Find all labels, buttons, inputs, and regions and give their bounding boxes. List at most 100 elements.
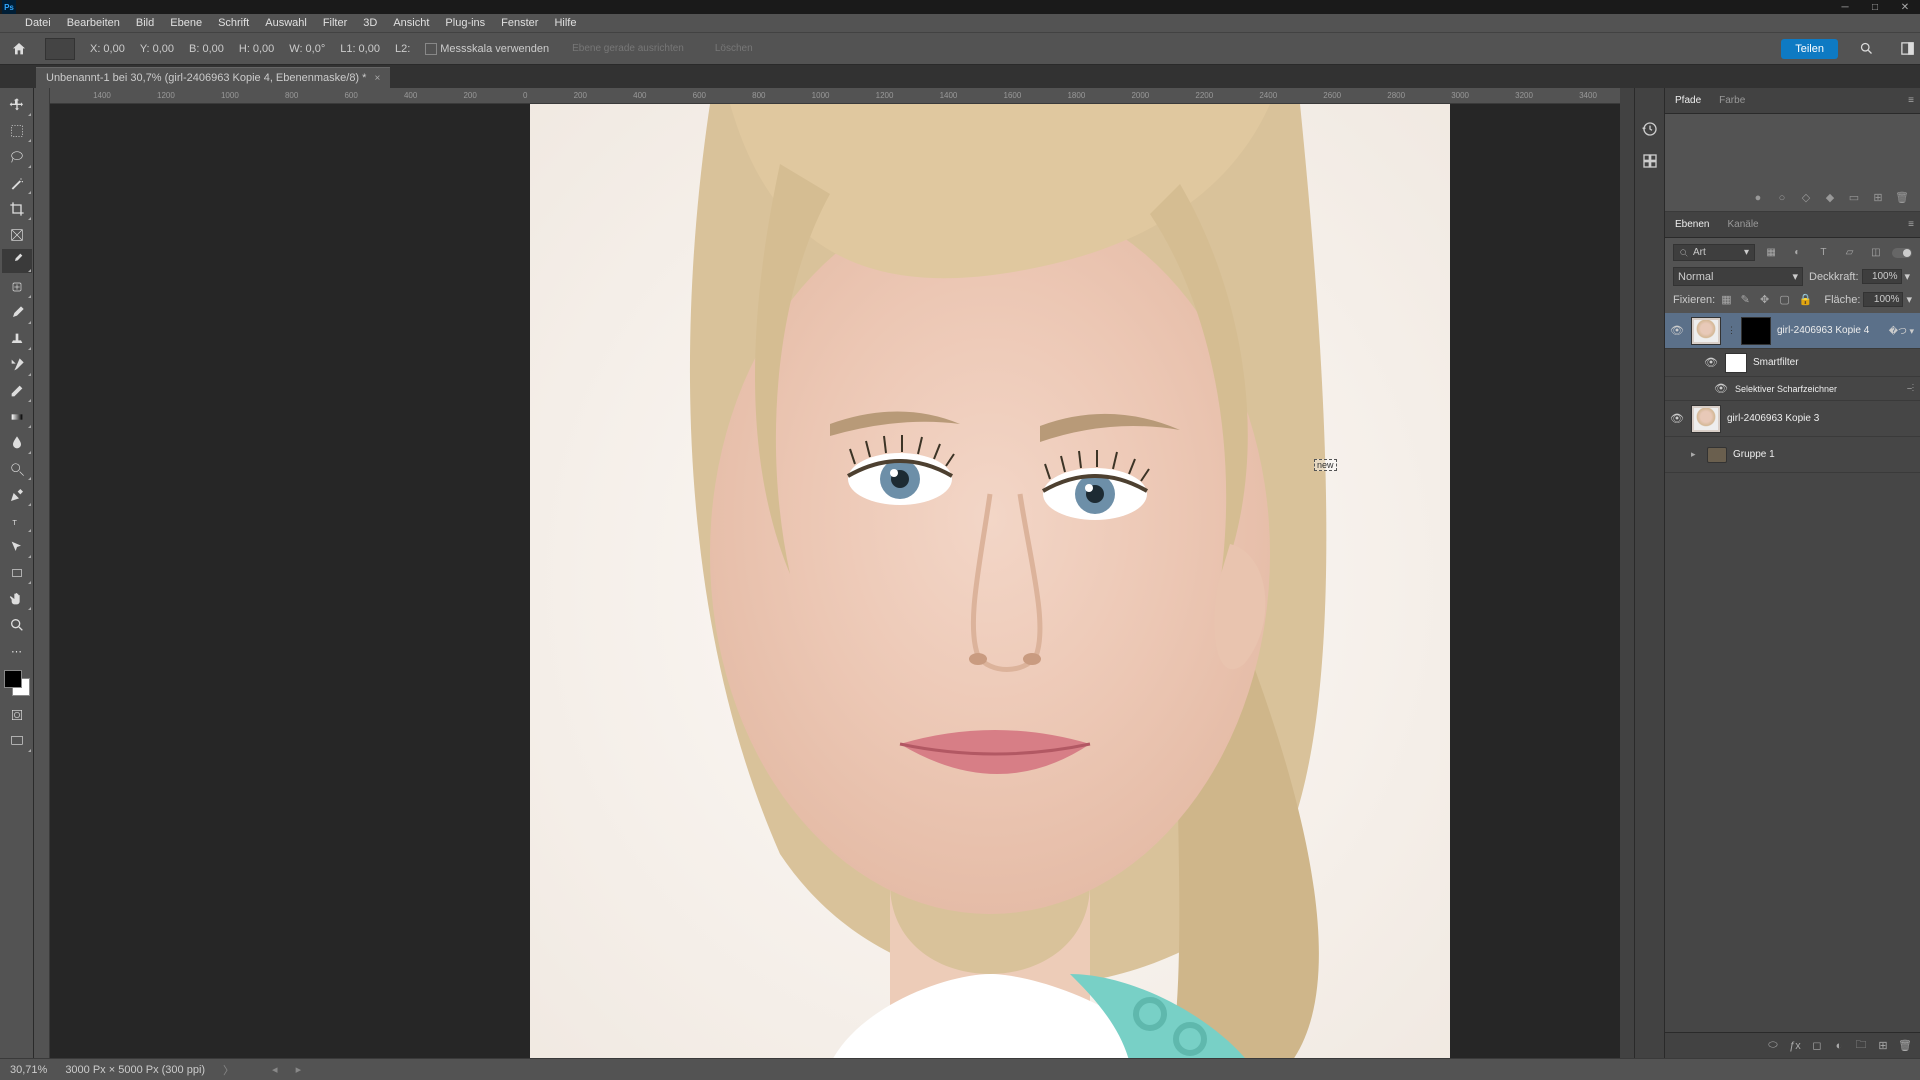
layer-row[interactable]: 👁 ⋮ girl-2406963 Kopie 4 �つ ▾ bbox=[1665, 313, 1920, 349]
adjustment-layer-icon[interactable]: ◐ bbox=[1832, 1039, 1846, 1053]
lasso-tool[interactable] bbox=[2, 145, 32, 169]
path-selection-tool[interactable] bbox=[2, 535, 32, 559]
layer-row[interactable]: 👁 girl-2406963 Kopie 3 bbox=[1665, 401, 1920, 437]
tab-ebenen[interactable]: Ebenen bbox=[1673, 215, 1711, 234]
brush-tool[interactable] bbox=[2, 301, 32, 325]
menu-bild[interactable]: Bild bbox=[129, 17, 161, 29]
layer-filter-kind[interactable]: Art ▾ bbox=[1673, 244, 1755, 261]
pen-tool[interactable] bbox=[2, 483, 32, 507]
filter-options-icon[interactable]: ⎯⋮ bbox=[1907, 383, 1914, 394]
quick-mask-icon[interactable] bbox=[2, 703, 32, 727]
filter-type-icon[interactable]: T bbox=[1816, 246, 1830, 260]
lock-position-icon[interactable]: ✥ bbox=[1760, 293, 1773, 307]
menu-datei[interactable]: Datei bbox=[18, 17, 58, 29]
fill-field[interactable]: Fläche: ▾ bbox=[1824, 292, 1912, 307]
filter-smart-icon[interactable]: ◫ bbox=[1869, 246, 1883, 260]
home-icon[interactable] bbox=[8, 38, 30, 60]
filter-pixel-icon[interactable]: ▦ bbox=[1764, 246, 1778, 260]
vertical-scrollbar[interactable] bbox=[1620, 88, 1634, 1058]
marquee-tool[interactable] bbox=[2, 119, 32, 143]
visibility-eye-icon[interactable]: 👁 bbox=[1713, 381, 1729, 397]
menu-schrift[interactable]: Schrift bbox=[211, 17, 256, 29]
menu-3d[interactable]: 3D bbox=[356, 17, 384, 29]
menu-plugins[interactable]: Plug-ins bbox=[438, 17, 492, 29]
filter-toggle[interactable] bbox=[1892, 248, 1912, 258]
layer-mask-thumbnail[interactable] bbox=[1741, 317, 1771, 345]
share-button[interactable]: Teilen bbox=[1781, 39, 1838, 59]
folder-expand-icon[interactable]: ▸ bbox=[1691, 449, 1701, 460]
canvas[interactable]: new bbox=[50, 104, 1620, 1058]
new-path-icon[interactable]: ⊞ bbox=[1870, 190, 1886, 206]
fill-input[interactable] bbox=[1863, 292, 1903, 307]
layer-mask-icon[interactable]: ◻ bbox=[1810, 1039, 1824, 1053]
tab-kanaele[interactable]: Kanäle bbox=[1725, 215, 1760, 234]
path-selection-icon[interactable]: ◇ bbox=[1798, 190, 1814, 206]
path-combine-icon[interactable]: ◆ bbox=[1822, 190, 1838, 206]
visibility-eye-icon[interactable] bbox=[1669, 447, 1685, 463]
layer-row[interactable]: 👁 Smartfilter bbox=[1665, 349, 1920, 377]
close-tab-icon[interactable]: × bbox=[374, 73, 380, 84]
dodge-tool[interactable] bbox=[2, 457, 32, 481]
properties-panel-icon[interactable] bbox=[1639, 150, 1661, 172]
checkbox-icon[interactable] bbox=[425, 43, 437, 55]
new-layer-icon[interactable]: ⊞ bbox=[1876, 1039, 1890, 1053]
panel-menu-icon[interactable]: ≡ bbox=[1908, 219, 1914, 230]
menu-bearbeiten[interactable]: Bearbeiten bbox=[60, 17, 127, 29]
option-measure-scale[interactable]: Messskala verwenden bbox=[425, 43, 549, 55]
lock-all-icon[interactable]: 🔒 bbox=[1799, 293, 1813, 307]
layer-group-icon[interactable]: 🗀 bbox=[1854, 1039, 1868, 1053]
smartfilter-mask-thumbnail[interactable] bbox=[1725, 353, 1747, 373]
foreground-color-swatch[interactable] bbox=[4, 670, 22, 688]
scroll-left-icon[interactable]: ◂ bbox=[272, 1063, 278, 1076]
zoom-level[interactable]: 30,71% bbox=[10, 1064, 47, 1076]
lock-transparency-icon[interactable]: ▦ bbox=[1721, 293, 1734, 307]
crop-tool[interactable] bbox=[2, 197, 32, 221]
visibility-eye-icon[interactable]: 👁 bbox=[1669, 411, 1685, 427]
clone-stamp-tool[interactable] bbox=[2, 327, 32, 351]
stroke-path-icon[interactable]: ○ bbox=[1774, 190, 1790, 206]
layer-fx-icon[interactable]: ƒx bbox=[1788, 1039, 1802, 1053]
workspace-icon[interactable] bbox=[1897, 39, 1917, 59]
scroll-right-icon[interactable]: ▸ bbox=[296, 1063, 302, 1076]
close-button[interactable]: ✕ bbox=[1890, 0, 1920, 14]
eraser-tool[interactable] bbox=[2, 379, 32, 403]
magic-wand-tool[interactable] bbox=[2, 171, 32, 195]
layer-name[interactable]: girl-2406963 Kopie 3 bbox=[1727, 413, 1920, 424]
screen-mode-icon[interactable] bbox=[2, 729, 32, 753]
minimize-button[interactable]: ─ bbox=[1830, 0, 1860, 14]
color-swatches[interactable] bbox=[4, 670, 30, 696]
mask-path-icon[interactable]: ▭ bbox=[1846, 190, 1862, 206]
filter-shape-icon[interactable]: ▱ bbox=[1843, 246, 1857, 260]
search-icon[interactable] bbox=[1856, 39, 1876, 59]
lock-artboard-icon[interactable]: ▢ bbox=[1779, 293, 1792, 307]
rectangle-tool[interactable] bbox=[2, 561, 32, 585]
frame-tool[interactable] bbox=[2, 223, 32, 247]
layer-link-icon[interactable]: ⋮ bbox=[1727, 325, 1735, 336]
layer-name[interactable]: girl-2406963 Kopie 4 bbox=[1777, 325, 1883, 336]
opacity-input[interactable] bbox=[1862, 269, 1902, 284]
type-tool[interactable]: T bbox=[2, 509, 32, 533]
layer-name[interactable]: Gruppe 1 bbox=[1733, 449, 1920, 460]
hand-tool[interactable] bbox=[2, 587, 32, 611]
info-arrow-icon[interactable]: 〉 bbox=[223, 1062, 234, 1078]
lock-pixels-icon[interactable]: ✎ bbox=[1741, 293, 1754, 307]
visibility-eye-icon[interactable]: 👁 bbox=[1669, 323, 1685, 339]
tab-farbe[interactable]: Farbe bbox=[1717, 91, 1747, 110]
visibility-eye-icon[interactable]: 👁 bbox=[1703, 355, 1719, 371]
edit-toolbar-icon[interactable]: ⋯ bbox=[2, 639, 32, 663]
tab-pfade[interactable]: Pfade bbox=[1673, 91, 1703, 110]
menu-ebene[interactable]: Ebene bbox=[163, 17, 209, 29]
blend-mode-select[interactable]: Normal▾ bbox=[1673, 267, 1803, 286]
fill-path-icon[interactable]: ● bbox=[1750, 190, 1766, 206]
tool-preset-picker[interactable] bbox=[45, 38, 75, 60]
delete-path-icon[interactable]: 🗑 bbox=[1894, 190, 1910, 206]
menu-ansicht[interactable]: Ansicht bbox=[386, 17, 436, 29]
maximize-button[interactable]: □ bbox=[1860, 0, 1890, 14]
menu-filter[interactable]: Filter bbox=[316, 17, 354, 29]
move-tool[interactable] bbox=[2, 93, 32, 117]
layer-row[interactable]: ▸ Gruppe 1 bbox=[1665, 437, 1920, 473]
menu-auswahl[interactable]: Auswahl bbox=[258, 17, 314, 29]
gradient-tool[interactable] bbox=[2, 405, 32, 429]
menu-hilfe[interactable]: Hilfe bbox=[547, 17, 583, 29]
zoom-tool[interactable] bbox=[2, 613, 32, 637]
